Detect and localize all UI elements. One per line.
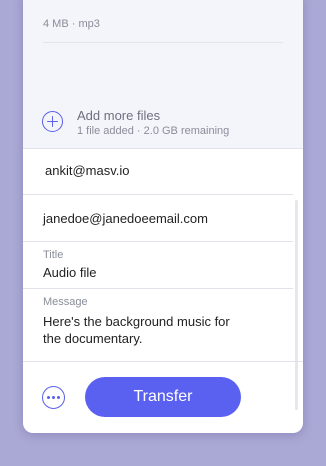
dot	[47, 396, 50, 399]
transfer-button[interactable]: Transfer	[85, 377, 241, 417]
title-label: Title	[43, 249, 64, 261]
scrollbar[interactable]	[295, 200, 298, 410]
message-line-1[interactable]: Here's the background music for	[43, 313, 230, 330]
title-input[interactable]: Audio file	[43, 264, 96, 281]
transfer-panel: 4 MB · mp3 Add more files 1 file added ·…	[23, 0, 303, 433]
more-options-icon[interactable]	[42, 386, 65, 409]
add-files-plus-icon[interactable]	[42, 111, 63, 132]
recipient-email-field[interactable]: janedoe@janedoeemail.com	[43, 211, 208, 226]
files-area: 4 MB · mp3 Add more files 1 file added ·…	[23, 0, 303, 149]
divider	[23, 241, 293, 242]
footer-divider	[23, 361, 303, 362]
dot	[52, 396, 55, 399]
message-line-2[interactable]: the documentary.	[43, 330, 142, 347]
message-label: Message	[43, 296, 88, 308]
file-divider	[43, 42, 283, 43]
files-status-text: 1 file added · 2.0 GB remaining	[77, 125, 230, 137]
dot	[57, 396, 60, 399]
divider	[23, 288, 293, 289]
file-meta: 4 MB · mp3	[43, 18, 100, 30]
divider	[23, 194, 293, 195]
add-more-files-link[interactable]: Add more files	[77, 108, 160, 123]
sender-email-field[interactable]: ankit@masv.io	[45, 163, 129, 178]
